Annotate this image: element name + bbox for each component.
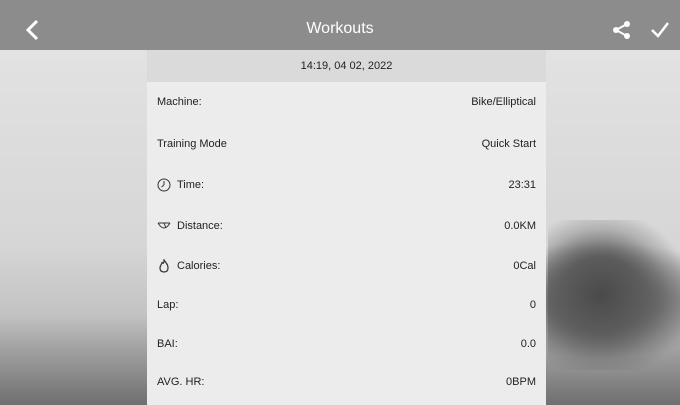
- chevron-left-icon[interactable]: [22, 18, 44, 42]
- row-training-mode: Training Mode Quick Start: [147, 134, 546, 154]
- row-avg-hr: AVG. HR: 0BPM: [147, 372, 546, 392]
- row-value: 0BPM: [506, 376, 536, 388]
- row-time: Time: 23:31: [147, 175, 546, 195]
- row-label: Time:: [177, 179, 205, 191]
- row-value: Bike/Elliptical: [471, 96, 536, 108]
- header-bar: Workouts: [0, 0, 680, 50]
- flame-icon: [159, 259, 169, 273]
- share-icon[interactable]: [612, 20, 632, 40]
- row-bai: BAI: 0.0: [147, 334, 546, 354]
- clock-icon: [157, 178, 171, 192]
- row-label: Training Mode: [157, 138, 227, 150]
- row-distance: Distance: 0.0KM: [147, 216, 546, 236]
- row-label: Lap:: [157, 299, 179, 311]
- row-calories: Calories: 0Cal: [147, 256, 546, 276]
- row-value: 0.0: [520, 338, 536, 350]
- row-label: AVG. HR:: [157, 376, 205, 388]
- row-label: Distance:: [177, 220, 223, 232]
- row-value: Quick Start: [481, 138, 536, 150]
- row-label: BAI:: [157, 338, 178, 350]
- row-label: Calories:: [177, 260, 221, 272]
- row-machine: Machine: Bike/Elliptical: [147, 92, 546, 112]
- row-lap: Lap: 0: [147, 295, 546, 315]
- page-title: Workouts: [306, 20, 374, 37]
- workout-datetime: 14:19, 04 02, 2022: [147, 50, 546, 82]
- row-value: 0.0KM: [504, 220, 536, 232]
- workout-detail-panel: 14:19, 04 02, 2022 Machine: Bike/Ellipti…: [147, 50, 546, 405]
- row-value: 23:31: [508, 179, 536, 191]
- row-label: Machine:: [157, 96, 202, 108]
- distance-icon: [157, 222, 171, 229]
- background-shoe: [548, 220, 680, 370]
- row-value: 0: [529, 299, 536, 311]
- row-value: 0Cal: [513, 260, 536, 272]
- check-icon[interactable]: [650, 21, 670, 39]
